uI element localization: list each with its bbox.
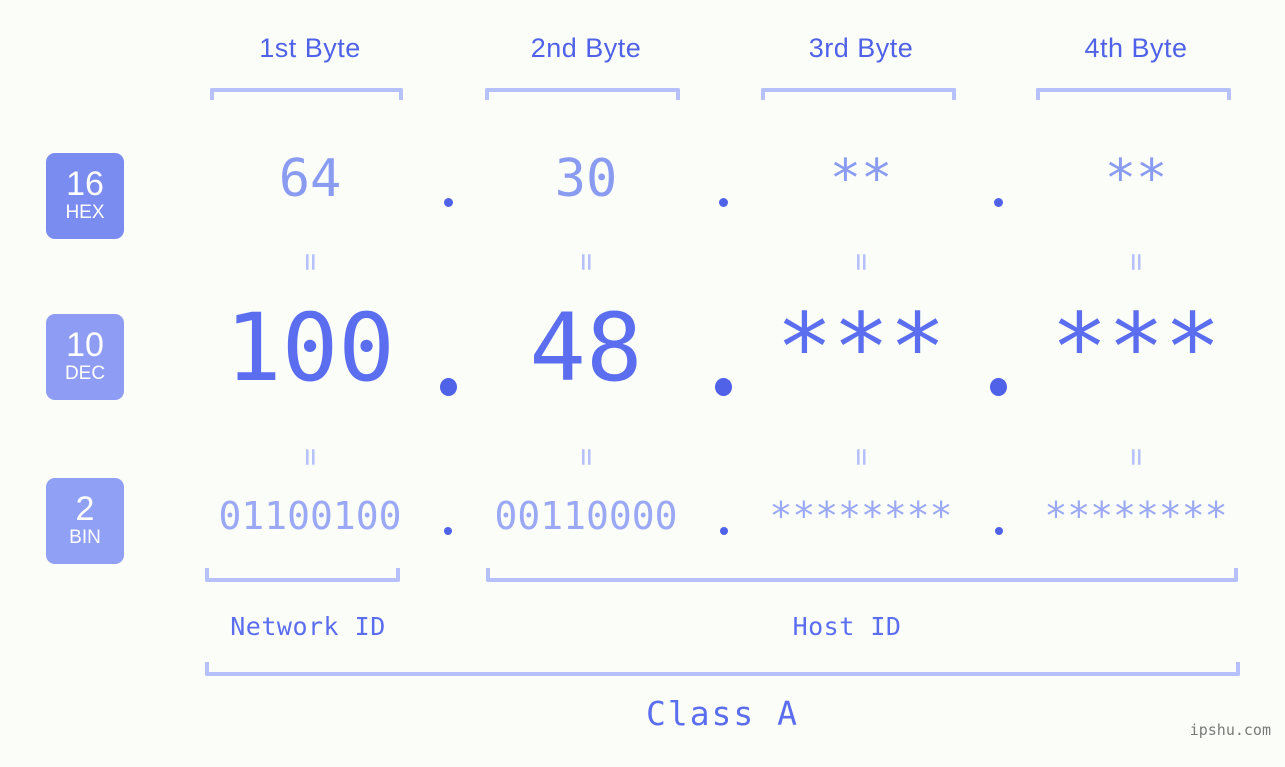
- class-label: Class A: [645, 694, 800, 733]
- network-id-label: Network ID: [230, 612, 386, 641]
- ip-address-breakdown-diagram: 1st Byte 2nd Byte 3rd Byte 4th Byte 16 H…: [0, 0, 1285, 767]
- equals-icon-hex-dec-4: =: [1119, 252, 1154, 272]
- equals-icon-hex-dec-3: =: [844, 252, 879, 272]
- equals-icon-dec-bin-2: =: [569, 447, 604, 467]
- site-watermark: ipshu.com: [1189, 721, 1271, 739]
- byte-bracket-2: [485, 88, 680, 100]
- byte-bracket-4: [1036, 88, 1231, 100]
- bin-separator-dot-2: [719, 527, 728, 535]
- hex-separator-dot-3: [994, 198, 1003, 207]
- bin-separator-dot-3: [994, 527, 1003, 535]
- hex-separator-dot-2: [719, 198, 728, 207]
- host-id-bracket: [486, 568, 1238, 582]
- dec-separator-dot-1: [439, 378, 457, 396]
- column-header-4th-byte: 4th Byte: [1084, 33, 1188, 63]
- host-id-label: Host ID: [792, 612, 902, 641]
- network-id-bracket: [205, 568, 400, 582]
- hex-separator-dot-1: [443, 198, 453, 207]
- equals-icon-dec-bin-1: =: [293, 447, 328, 467]
- base-badge-hex-abbr: HEX: [65, 202, 105, 224]
- dec-separator-dot-2: [715, 378, 732, 396]
- byte-bracket-1: [210, 88, 403, 100]
- byte-bracket-3: [761, 88, 956, 100]
- equals-icon-hex-dec-1: =: [293, 252, 328, 272]
- equals-icon-dec-bin-4: =: [1119, 447, 1154, 467]
- equals-icon-hex-dec-2: =: [569, 252, 604, 272]
- equals-icon-dec-bin-3: =: [844, 447, 879, 467]
- dec-value-byte-4: ***: [1051, 294, 1221, 403]
- dec-separator-dot-3: [990, 378, 1007, 396]
- bin-separator-dot-1: [444, 527, 452, 535]
- bin-value-byte-4: ********: [1044, 494, 1228, 538]
- hex-value-byte-4: **: [1104, 149, 1168, 209]
- class-bracket: [205, 662, 1240, 676]
